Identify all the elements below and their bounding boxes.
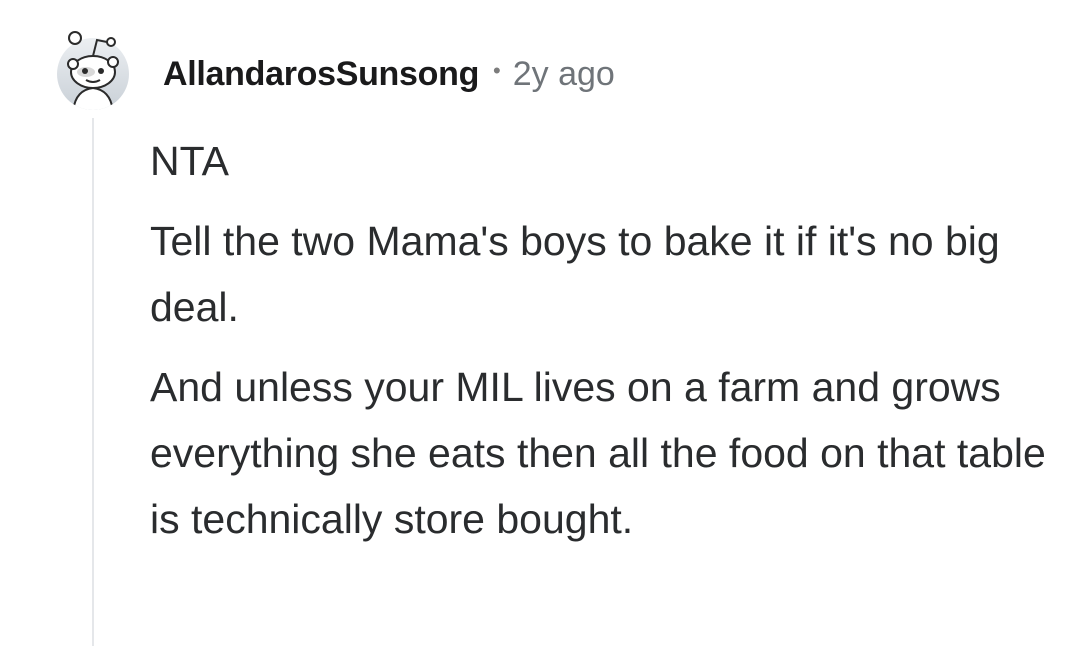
reddit-snoo-avatar-icon[interactable] bbox=[53, 28, 133, 112]
comment-body: NTA Tell the two Mama's boys to bake it … bbox=[150, 128, 1050, 566]
comment-paragraph: And unless your MIL lives on a farm and … bbox=[150, 364, 1046, 542]
thread-line[interactable] bbox=[92, 118, 94, 646]
comment-paragraph: NTA bbox=[150, 138, 229, 184]
comment-header: AllandarosSunsong • 2y ago bbox=[163, 52, 615, 96]
comment: AllandarosSunsong • 2y ago NTA Tell the … bbox=[0, 0, 1079, 646]
comment-timestamp[interactable]: 2y ago bbox=[513, 55, 615, 94]
comment-paragraph: Tell the two Mama's boys to bake it if i… bbox=[150, 218, 1000, 330]
separator-dot: • bbox=[493, 58, 501, 83]
username-link[interactable]: AllandarosSunsong bbox=[163, 55, 479, 94]
